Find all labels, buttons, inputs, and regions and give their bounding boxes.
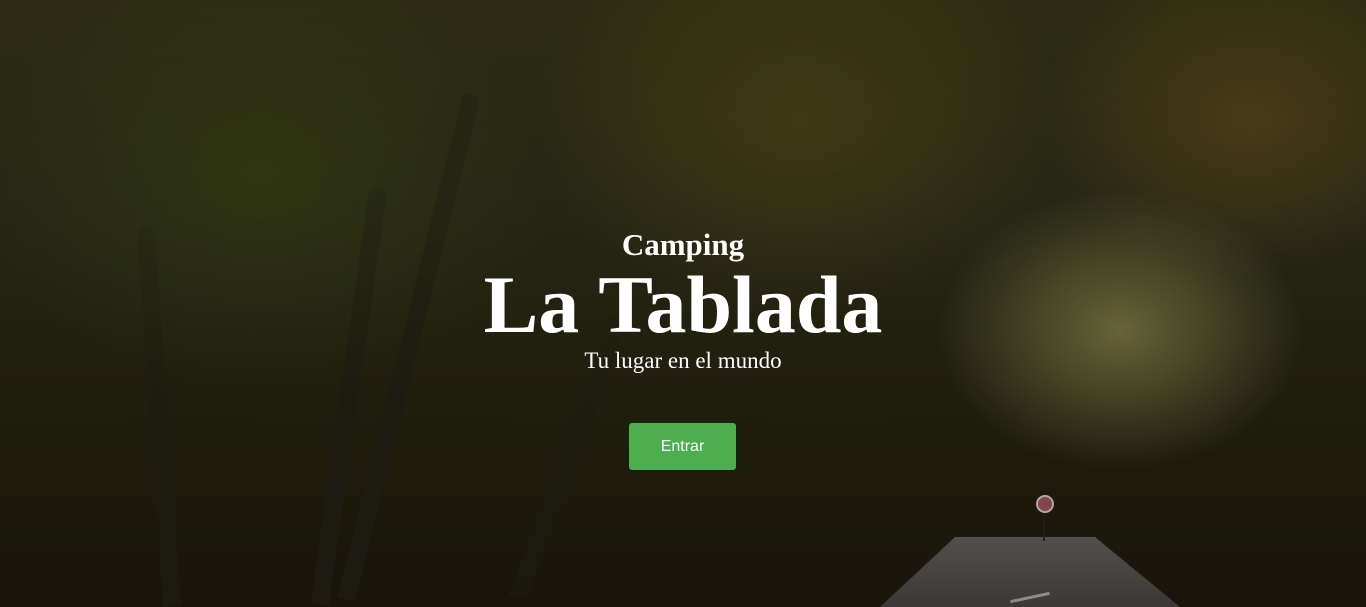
enter-button[interactable]: Entrar	[629, 423, 736, 470]
hero-content: Camping La Tablada Tu lugar en el mundo …	[0, 0, 1366, 607]
hero-title: La Tablada	[483, 259, 883, 350]
hero-tagline: Tu lugar en el mundo	[584, 348, 782, 373]
